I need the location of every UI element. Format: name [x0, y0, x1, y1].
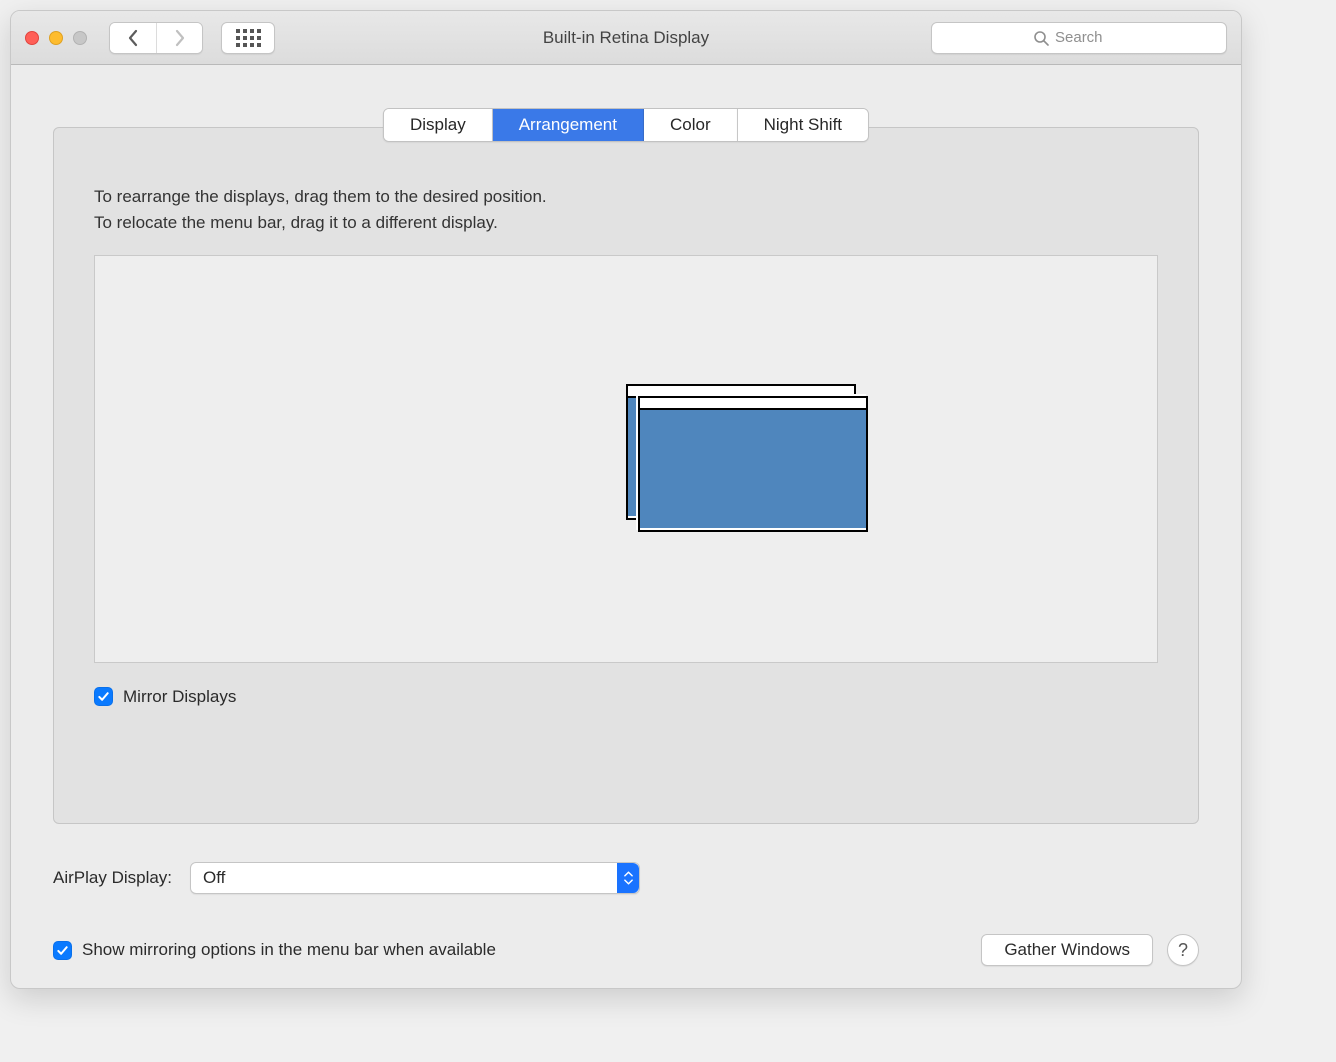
- content-area: Display Arrangement Color Night Shift To…: [11, 65, 1241, 988]
- tab-color[interactable]: Color: [644, 109, 738, 141]
- instruction-line-1: To rearrange the displays, drag them to …: [94, 184, 1158, 210]
- chevron-left-icon: [126, 29, 140, 47]
- search-input[interactable]: [1055, 29, 1125, 46]
- titlebar: Built-in Retina Display: [11, 11, 1241, 65]
- menubar-front[interactable]: [640, 398, 866, 410]
- screen-front: [640, 410, 866, 528]
- airplay-select[interactable]: Off: [190, 862, 640, 894]
- show-mirroring-row: Show mirroring options in the menu bar w…: [53, 940, 496, 960]
- check-icon: [97, 690, 110, 703]
- help-button[interactable]: ?: [1167, 934, 1199, 966]
- tab-night-shift[interactable]: Night Shift: [738, 109, 868, 141]
- gather-windows-button[interactable]: Gather Windows: [981, 934, 1153, 966]
- instruction-line-2: To relocate the menu bar, drag it to a d…: [94, 210, 1158, 236]
- close-button[interactable]: [25, 31, 39, 45]
- search-icon: [1033, 30, 1049, 46]
- select-stepper-icon: [617, 863, 639, 893]
- bottom-controls: AirPlay Display: Off Show mirroring opti…: [53, 824, 1199, 966]
- primary-display[interactable]: [638, 396, 868, 532]
- tab-arrangement[interactable]: Arrangement: [493, 109, 644, 141]
- display-arrangement-area[interactable]: [94, 255, 1158, 663]
- tab-display[interactable]: Display: [384, 109, 493, 141]
- show-all-button[interactable]: [221, 22, 275, 54]
- minimize-button[interactable]: [49, 31, 63, 45]
- window-controls: [25, 31, 87, 45]
- show-mirroring-checkbox[interactable]: [53, 941, 72, 960]
- mirror-displays-row: Mirror Displays: [94, 687, 1158, 707]
- maximize-button: [73, 31, 87, 45]
- search-field[interactable]: [931, 22, 1227, 54]
- preferences-window: Built-in Retina Display Display Arrangem…: [10, 10, 1242, 989]
- mirror-displays-checkbox[interactable]: [94, 687, 113, 706]
- instructions-text: To rearrange the displays, drag them to …: [94, 184, 1158, 237]
- footer-row: Show mirroring options in the menu bar w…: [53, 934, 1199, 966]
- chevron-right-icon: [173, 29, 187, 47]
- tab-panel: Display Arrangement Color Night Shift To…: [53, 127, 1199, 824]
- check-icon: [56, 944, 69, 957]
- airplay-label: AirPlay Display:: [53, 868, 172, 888]
- back-button[interactable]: [110, 23, 156, 53]
- grid-icon: [236, 29, 261, 47]
- show-mirroring-label: Show mirroring options in the menu bar w…: [82, 940, 496, 960]
- airplay-value: Off: [203, 868, 225, 888]
- forward-button[interactable]: [156, 23, 202, 53]
- airplay-row: AirPlay Display: Off: [53, 862, 1199, 894]
- footer-buttons: Gather Windows ?: [981, 934, 1199, 966]
- mirror-displays-label: Mirror Displays: [123, 687, 236, 707]
- tab-bar: Display Arrangement Color Night Shift: [383, 108, 869, 142]
- nav-back-forward: [109, 22, 203, 54]
